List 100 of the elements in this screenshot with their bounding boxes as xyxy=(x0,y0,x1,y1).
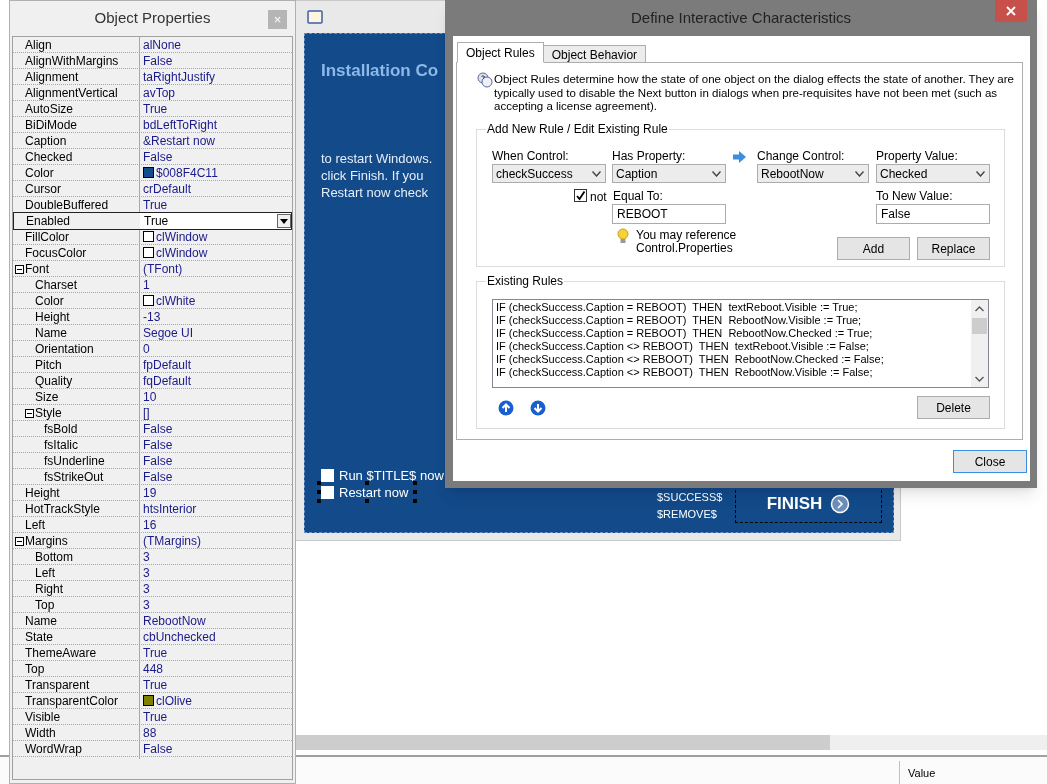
property-value: False xyxy=(143,468,173,486)
property-row[interactable]: State cbUnchecked xyxy=(13,629,292,645)
property-row[interactable]: Transparent True xyxy=(13,677,292,693)
property-row[interactable]: fsStrikeOut False xyxy=(13,469,292,485)
property-row[interactable]: Visible True xyxy=(13,709,292,725)
property-row[interactable]: Left 16 xyxy=(13,517,292,533)
property-row[interactable]: Cursor crDefault xyxy=(13,181,292,197)
property-row[interactable]: Bottom 3 xyxy=(13,549,292,565)
property-row[interactable]: Color clWhite xyxy=(13,293,292,309)
property-row[interactable]: WordWrap False xyxy=(13,741,292,757)
property-row[interactable]: Checked False xyxy=(13,149,292,165)
property-name: FocusColor xyxy=(25,244,87,262)
chevron-icon xyxy=(712,170,721,177)
property-row[interactable]: Font (TFont) xyxy=(13,261,292,277)
property-row[interactable]: Charset 1 xyxy=(13,277,292,293)
property-value: 3 xyxy=(143,564,150,582)
property-row[interactable]: Name RebootNow xyxy=(13,613,292,629)
property-row[interactable]: Caption &Restart now xyxy=(13,133,292,149)
action-button[interactable]: Replace xyxy=(917,237,990,260)
property-row[interactable]: ThemeAware True xyxy=(13,645,292,661)
group-title: Existing Rules xyxy=(486,274,565,288)
property-row[interactable]: Left 3 xyxy=(13,565,292,581)
rule-line[interactable]: IF (checkSuccess.Caption = REBOOT) THEN textReboot.Visible := True; xyxy=(496,301,884,314)
collapse-icon[interactable] xyxy=(25,409,34,418)
property-row[interactable]: AlignWithMargins False xyxy=(13,53,292,69)
property-value: False xyxy=(143,420,173,438)
rules-list[interactable] xyxy=(492,299,989,388)
property-value: 1 xyxy=(143,276,150,294)
property-row[interactable]: FocusColor clWindow xyxy=(13,245,292,261)
property-value: False xyxy=(143,740,173,758)
tab[interactable]: Object Behavior xyxy=(542,45,647,63)
dropdown[interactable]: Checked xyxy=(876,164,990,183)
property-row[interactable]: Alignment taRightJustify xyxy=(13,69,292,85)
property-name: BiDiMode xyxy=(25,116,78,134)
property-row[interactable]: Top 448 xyxy=(13,661,292,677)
property-row[interactable]: FillColor clWindow xyxy=(13,229,292,245)
property-row[interactable]: Size 10 xyxy=(13,389,292,405)
property-row[interactable]: Quality fqDefault xyxy=(13,373,292,389)
property-row[interactable]: Color $008F4C11 xyxy=(13,165,292,181)
dropdown-button[interactable] xyxy=(277,214,291,228)
property-row[interactable]: Orientation 0 xyxy=(13,341,292,357)
property-row[interactable]: Margins (TMargins) xyxy=(13,533,292,549)
collapse-icon[interactable] xyxy=(15,265,24,274)
vertical-scrollbar[interactable] xyxy=(971,300,988,387)
collapse-icon[interactable] xyxy=(15,537,24,546)
body-text: Restart now check xyxy=(321,184,429,201)
scrollbar-thumb[interactable] xyxy=(972,318,987,334)
property-name: AutoSize xyxy=(25,100,74,118)
property-name: Name xyxy=(35,324,67,342)
move-up-icon[interactable] xyxy=(498,400,514,416)
property-value[interactable]: True xyxy=(144,212,169,230)
property-row[interactable]: Align alNone xyxy=(13,37,292,53)
rule-line[interactable]: IF (checkSuccess.Caption <> REBOOT) THEN RebootNow.Visible := False; xyxy=(496,366,884,379)
dropdown[interactable]: RebootNow xyxy=(757,164,869,183)
input-field[interactable]: REBOOT xyxy=(612,204,726,224)
variable-text: $REMOVE$ xyxy=(657,507,718,522)
rule-line[interactable]: IF (checkSuccess.Caption <> REBOOT) THEN RebootNow.Checked := False; xyxy=(496,353,884,366)
horizontal-scrollbar[interactable] xyxy=(295,735,1047,750)
property-row[interactable]: AlignmentVertical avTop xyxy=(13,85,292,101)
property-row[interactable]: fsBold False xyxy=(13,421,292,437)
property-row[interactable]: Top 3 xyxy=(13,597,292,613)
checkbox[interactable] xyxy=(574,189,587,202)
property-name: DoubleBuffered xyxy=(25,196,109,214)
window-title: Object Properties xyxy=(94,8,211,29)
property-name: WordWrap xyxy=(25,740,82,758)
property-row[interactable]: Style [] xyxy=(13,405,292,421)
checkbox[interactable] xyxy=(321,486,334,499)
property-row[interactable]: BiDiMode bdLeftToRight xyxy=(13,117,292,133)
rule-line[interactable]: IF (checkSuccess.Caption = REBOOT) THEN RebootNow.Checked := True; xyxy=(496,327,884,340)
property-row[interactable]: AutoSize True xyxy=(13,101,292,117)
rule-line[interactable]: IF (checkSuccess.Caption = REBOOT) THEN RebootNow.Visible := True; xyxy=(496,314,884,327)
close-button[interactable] xyxy=(995,0,1027,22)
property-value: avTop xyxy=(143,84,176,102)
move-down-icon[interactable] xyxy=(530,400,546,416)
tab[interactable]: Object Rules xyxy=(457,42,544,63)
property-row[interactable]: fsUnderline False xyxy=(13,453,292,469)
property-row[interactable]: TransparentColor clOlive xyxy=(13,693,292,709)
property-row[interactable]: Height 19 xyxy=(13,485,292,501)
property-row[interactable]: Width 88 xyxy=(13,725,292,741)
property-row[interactable]: HotTrackStyle htsInterior xyxy=(13,501,292,517)
property-row[interactable]: Right 3 xyxy=(13,581,292,597)
dropdown[interactable]: checkSuccess xyxy=(492,164,606,183)
rule-line[interactable]: IF (checkSuccess.Caption <> REBOOT) THEN textReboot.Visible := False; xyxy=(496,340,884,353)
property-row[interactable]: Enabled True xyxy=(13,212,292,230)
input-field[interactable]: False xyxy=(876,204,990,224)
checkbox[interactable] xyxy=(321,469,334,482)
scrollbar-thumb[interactable] xyxy=(295,735,830,750)
scroll-up-icon xyxy=(975,306,984,312)
group-title: Add New Rule / Edit Existing Rule xyxy=(486,122,669,136)
action-button[interactable]: Add xyxy=(837,237,910,260)
property-row[interactable]: Pitch fpDefault xyxy=(13,357,292,373)
property-row[interactable]: Name Segoe UI xyxy=(13,325,292,341)
delete-button[interactable]: Delete xyxy=(917,396,990,419)
property-row[interactable]: Height -13 xyxy=(13,309,292,325)
property-name: Enabled xyxy=(26,213,71,230)
property-row[interactable]: fsItalic False xyxy=(13,437,292,453)
dropdown[interactable]: Caption xyxy=(612,164,726,183)
close-icon xyxy=(1006,6,1016,16)
close-button[interactable]: Close xyxy=(953,450,1027,473)
chevron-icon xyxy=(592,170,601,177)
